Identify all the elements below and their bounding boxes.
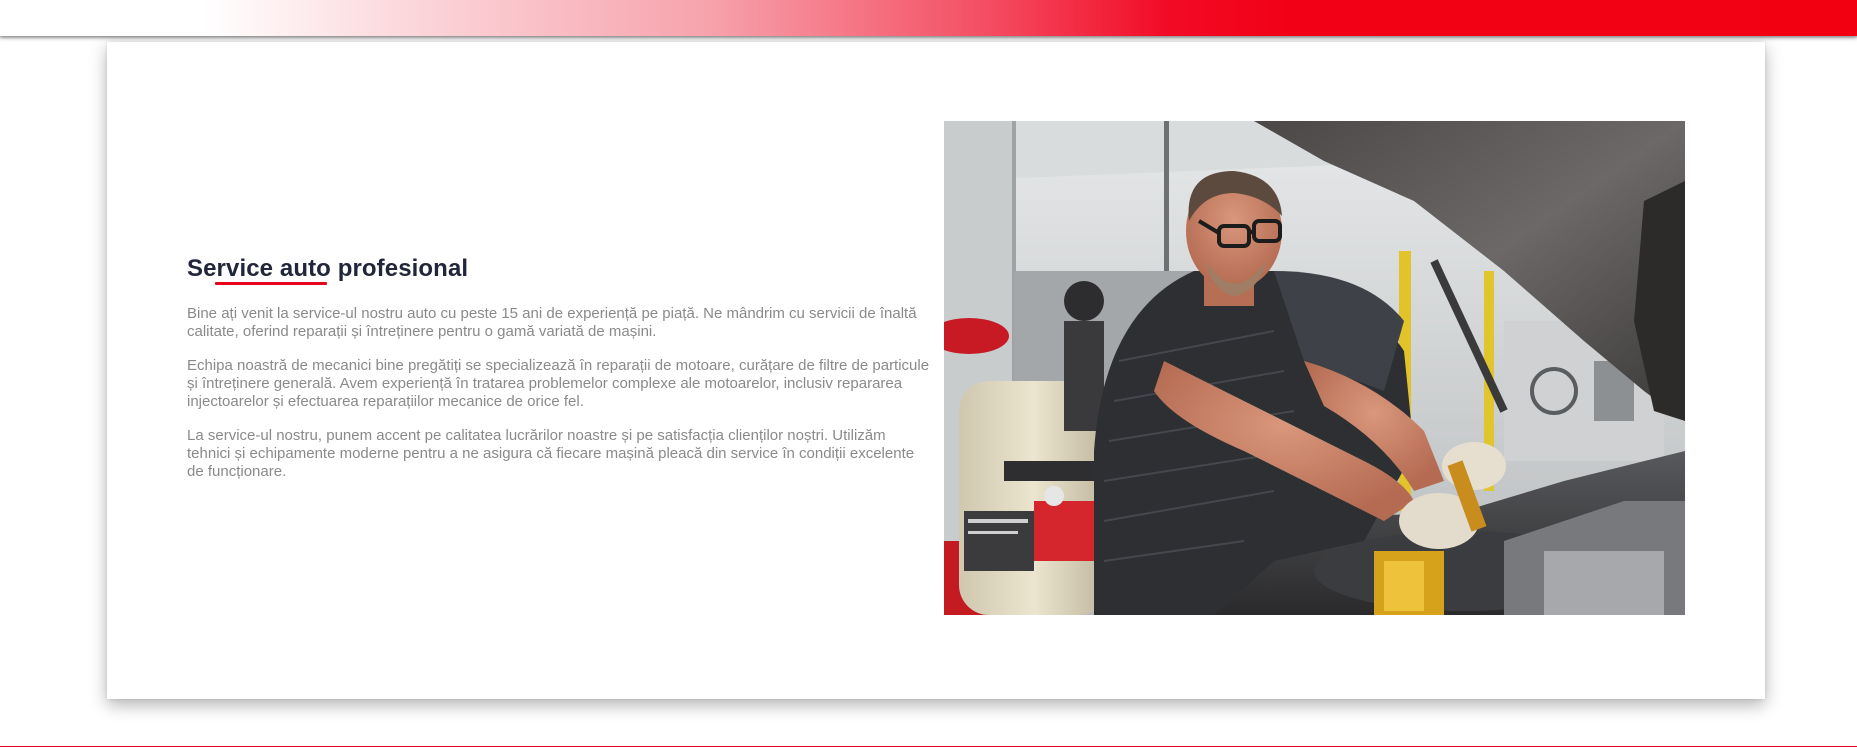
mechanic-photo [944,121,1685,615]
about-section-card: Service auto profesional Bine ați venit … [107,42,1765,699]
header-bar [0,0,1857,36]
header-shadow [0,36,1857,39]
section-title: Service auto profesional [187,255,469,282]
team-paragraph: Echipa noastră de mecanici bine pregătiț… [187,357,930,410]
about-text-column: Service auto profesional Bine ați venit … [187,254,932,481]
quality-paragraph: La service-ul nostru, punem accent pe ca… [187,427,915,480]
intro-paragraph: Bine ați venit la service-ul nostru auto… [187,305,917,340]
